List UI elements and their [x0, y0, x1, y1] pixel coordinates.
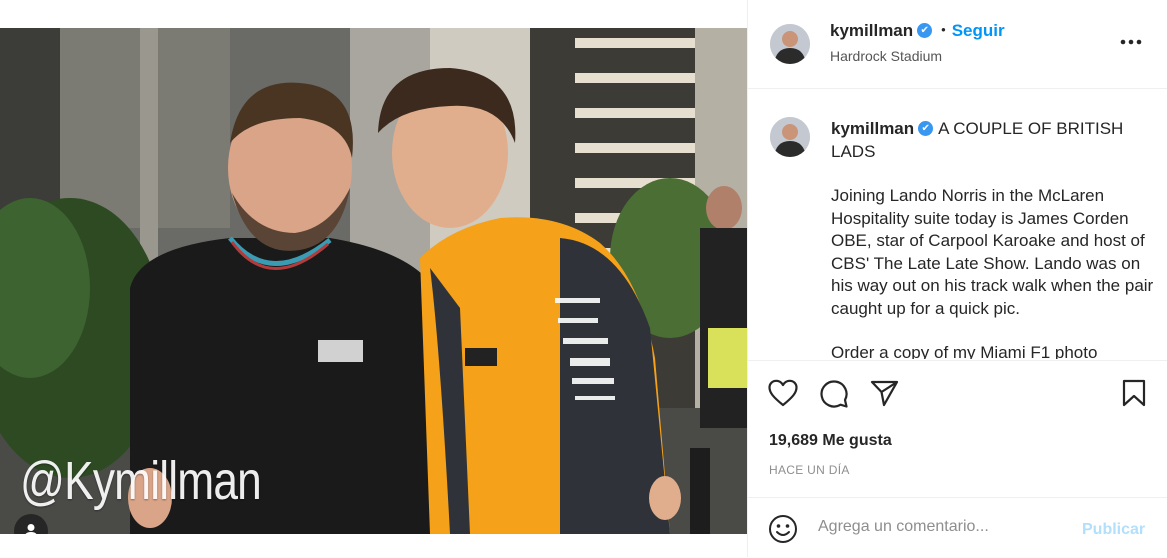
- avatar[interactable]: [770, 24, 810, 64]
- publish-button[interactable]: Publicar: [1082, 521, 1145, 539]
- caption-avatar[interactable]: [770, 117, 810, 157]
- comment-button[interactable]: [819, 379, 849, 414]
- caption-title-line: kymillman ✔ A COUPLE OF BRITISH LADS: [831, 118, 1156, 163]
- separator-dot: •: [941, 22, 946, 38]
- post-timestamp[interactable]: HACE UN DÍA: [769, 463, 850, 477]
- share-button[interactable]: [870, 379, 900, 412]
- post-location[interactable]: Hardrock Stadium: [830, 48, 942, 64]
- verified-badge-icon: ✔: [918, 121, 934, 137]
- comment-icon: [820, 380, 848, 408]
- post-actions: 19,689 Me gusta HACE UN DÍA: [748, 360, 1167, 497]
- emoji-icon: [769, 515, 797, 543]
- comment-input[interactable]: [818, 518, 1068, 536]
- like-button[interactable]: [768, 379, 798, 412]
- follow-button[interactable]: Seguir: [952, 21, 1005, 40]
- caption-area: kymillman ✔ A COUPLE OF BRITISH LADS Joini…: [748, 89, 1167, 359]
- heart-icon: [768, 379, 798, 407]
- more-options-icon[interactable]: [1120, 28, 1142, 51]
- comment-bar: Publicar: [748, 497, 1167, 558]
- more-dots-icon: [1120, 39, 1142, 45]
- caption-more: Order a copy of my Miami F1 photo: [831, 343, 1098, 359]
- likes-count[interactable]: 19,689 Me gusta: [769, 432, 892, 450]
- caption-body: Joining Lando Norris in the McLaren Hosp…: [831, 186, 1154, 318]
- header-username[interactable]: kymillman: [830, 21, 913, 40]
- caption-username[interactable]: kymillman: [831, 119, 914, 138]
- photo-watermark: @Kymillman: [20, 451, 262, 511]
- bookmark-icon: [1122, 379, 1146, 407]
- user-icon: [25, 524, 37, 534]
- share-icon: [870, 380, 899, 407]
- save-button[interactable]: [1122, 379, 1146, 412]
- caption-text: kymillman ✔ A COUPLE OF BRITISH LADS Joini…: [831, 118, 1156, 359]
- post-header: kymillman ✔ • Seguir Hardrock Stadium: [748, 0, 1167, 89]
- verified-badge-icon: ✔: [917, 23, 933, 39]
- header-user-row: kymillman ✔ • Seguir: [830, 21, 1005, 41]
- avatar-image: [770, 117, 810, 157]
- emoji-button[interactable]: [768, 514, 798, 549]
- avatar-image: [770, 24, 810, 64]
- post-photo[interactable]: @Kymillman: [0, 28, 747, 534]
- post-sidebar: kymillman ✔ • Seguir Hardrock Stadium kymil…: [747, 0, 1167, 557]
